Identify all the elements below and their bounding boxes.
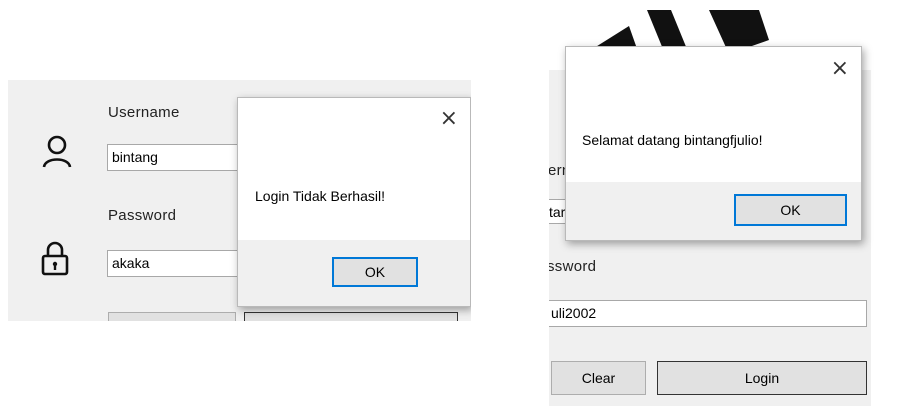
password-input[interactable]: uli2002: [549, 300, 867, 327]
dialog-message: Login Tidak Berhasil!: [255, 188, 385, 204]
welcome-dialog: × Selamat datang bintangfjulio! OK: [565, 46, 862, 241]
password-label-partial: ssword: [549, 258, 597, 275]
close-icon[interactable]: ×: [831, 58, 849, 80]
password-label: Password: [108, 207, 177, 224]
ok-button[interactable]: OK: [332, 257, 418, 287]
right-login-window: ern tar ssword uli2002 Clear Login × Sel…: [549, 0, 905, 406]
lock-icon: [41, 241, 69, 276]
login-failed-dialog: × Login Tidak Berhasil! OK: [237, 97, 471, 307]
left-login-window: Username bintang Password akaka × Login …: [8, 80, 471, 321]
password-input[interactable]: akaka: [107, 250, 247, 277]
login-button[interactable]: [244, 312, 458, 321]
dialog-footer: OK: [566, 182, 861, 240]
login-button[interactable]: Login: [657, 361, 867, 395]
dialog-footer: OK: [238, 240, 470, 306]
user-icon: [42, 135, 72, 168]
username-label: Username: [108, 104, 180, 121]
username-input[interactable]: bintang: [107, 144, 247, 171]
close-icon[interactable]: ×: [440, 108, 458, 130]
clear-button[interactable]: Clear: [551, 361, 646, 395]
dialog-message: Selamat datang bintangfjulio!: [582, 132, 763, 148]
ok-button[interactable]: OK: [734, 194, 847, 226]
clear-button[interactable]: [108, 312, 236, 321]
